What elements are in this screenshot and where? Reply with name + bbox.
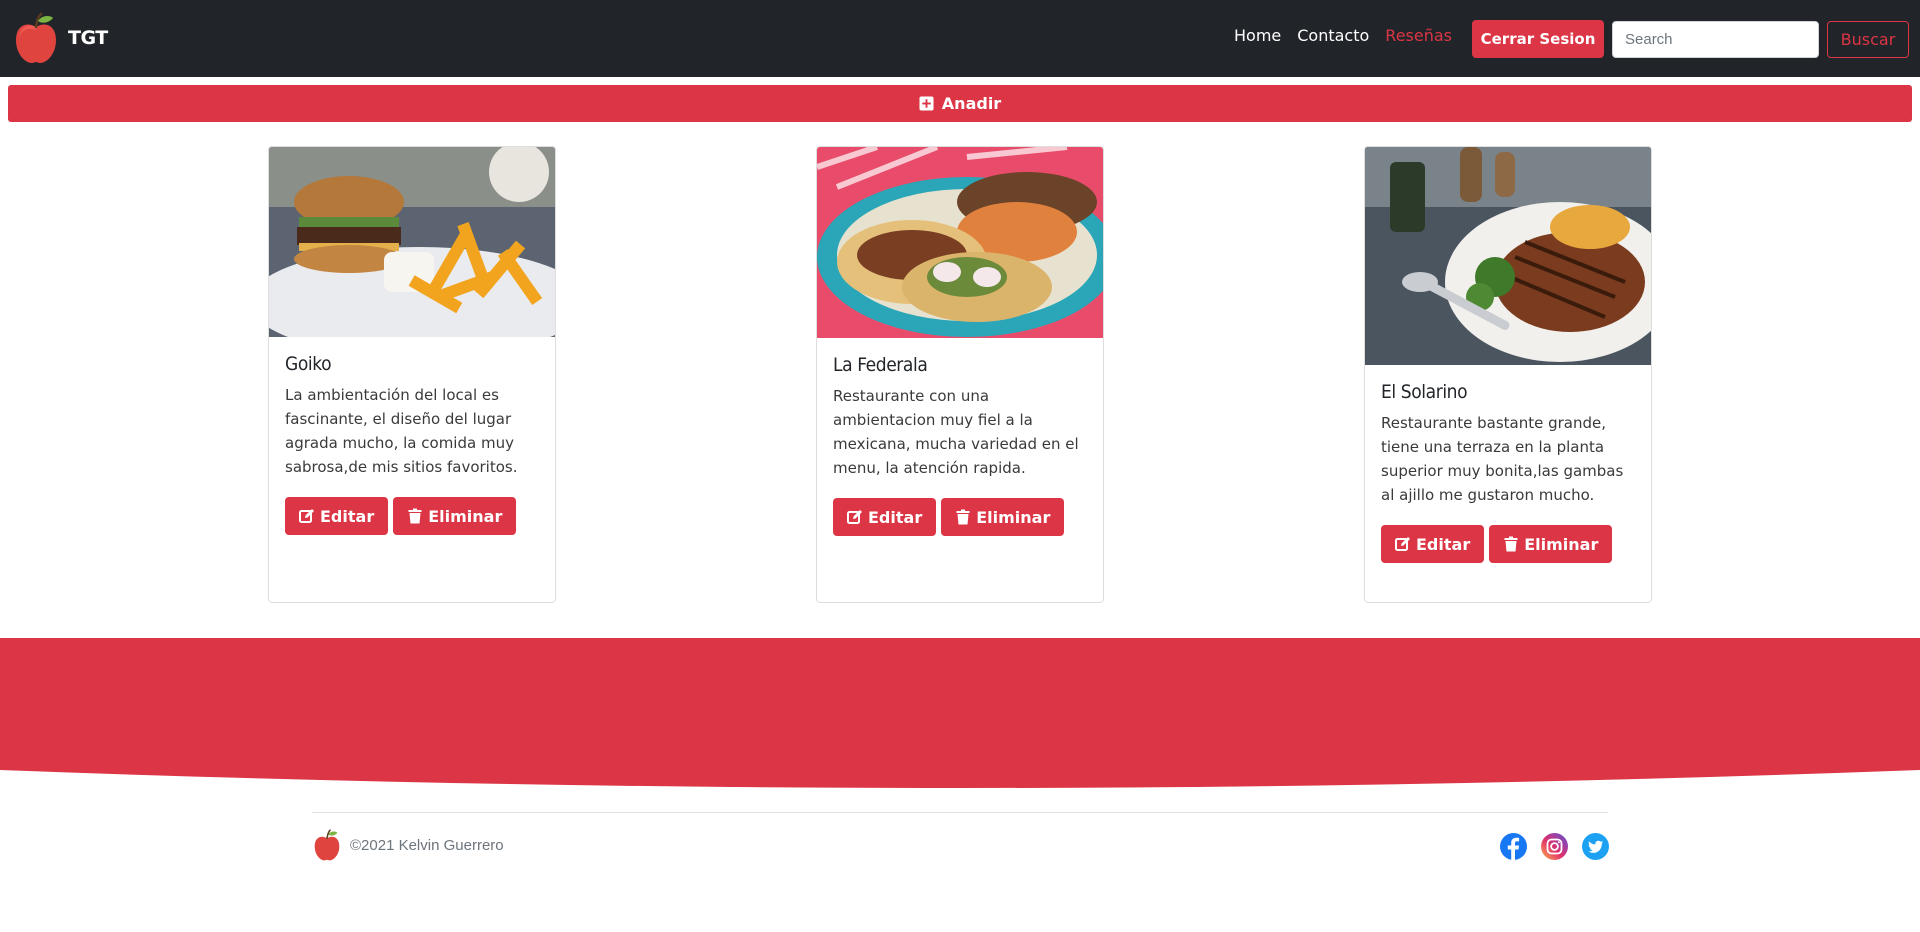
edit-button[interactable]: Editar [285,497,389,535]
card-text: Restaurante bastante grande, tiene una t… [1381,414,1624,504]
footer-copyright: ©2021 Kelvin Guerrero [350,837,504,854]
twitter-icon[interactable] [1582,833,1609,860]
add-button-label: Anadir [941,94,1002,113]
edit-icon [299,509,314,523]
card-actions: Editar Eliminar [1381,525,1635,563]
brand[interactable]: TGT [14,12,108,64]
review-card: La Federala Restaurante con una ambienta… [816,146,1104,603]
search-button[interactable]: Buscar [1827,21,1909,58]
edit-button[interactable]: Editar [1381,525,1485,563]
edit-icon [1395,537,1410,551]
trash-icon [408,508,422,524]
navbar: TGT Home Contacto Reseñas Cerrar Sesion … [0,0,1920,77]
delete-button-label: Eliminar [976,507,1051,527]
edit-icon [847,510,862,524]
logout-button[interactable]: Cerrar Sesion [1472,20,1604,58]
burger-and-fries-photo [269,147,555,337]
instagram-icon[interactable] [1541,833,1568,860]
delete-button-label: Eliminar [1524,534,1599,554]
card-title: La Federala [833,354,928,376]
delete-button[interactable]: Eliminar [941,498,1065,536]
nav-link-contacto[interactable]: Contacto [1297,26,1369,45]
trash-icon [1504,536,1518,552]
edit-button-label: Editar [868,507,923,527]
facebook-icon[interactable] [1500,833,1527,860]
search-input[interactable] [1612,21,1819,58]
apple-icon[interactable] [313,829,341,861]
card-body: El Solarino Restaurante bastante grande,… [1365,365,1651,579]
nav-links: Home Contacto Reseñas [1234,26,1468,45]
card-body: Goiko La ambientación del local es fasci… [269,337,555,551]
apple-icon [16,12,56,63]
card-title: Goiko [285,353,332,375]
add-button[interactable]: Anadir [8,85,1912,122]
delete-button-label: Eliminar [428,506,503,526]
review-card: El Solarino Restaurante bastante grande,… [1364,146,1652,603]
tacos-plate-photo [817,147,1103,338]
card-text: Restaurante con una ambientacion muy fie… [833,387,1079,477]
card-text: La ambientación del local es fascinante,… [285,386,518,476]
card-actions: Editar Eliminar [285,497,539,535]
footer-divider [312,812,1608,813]
edit-button-label: Editar [320,506,375,526]
card-actions: Editar Eliminar [833,498,1087,536]
footer-wave-band [0,638,1920,788]
delete-button[interactable]: Eliminar [393,497,517,535]
nav-link-resenas[interactable]: Reseñas [1385,26,1452,45]
card-body: La Federala Restaurante con una ambienta… [817,338,1103,552]
plus-square-icon [919,96,934,111]
card-title: El Solarino [1381,381,1468,403]
delete-button[interactable]: Eliminar [1489,525,1613,563]
brand-name: TGT [68,27,108,49]
grilled-meat-plate-photo [1365,147,1651,365]
trash-icon [956,509,970,525]
nav-link-home[interactable]: Home [1234,26,1281,45]
edit-button-label: Editar [1416,534,1471,554]
review-card: Goiko La ambientación del local es fasci… [268,146,556,603]
edit-button[interactable]: Editar [833,498,937,536]
